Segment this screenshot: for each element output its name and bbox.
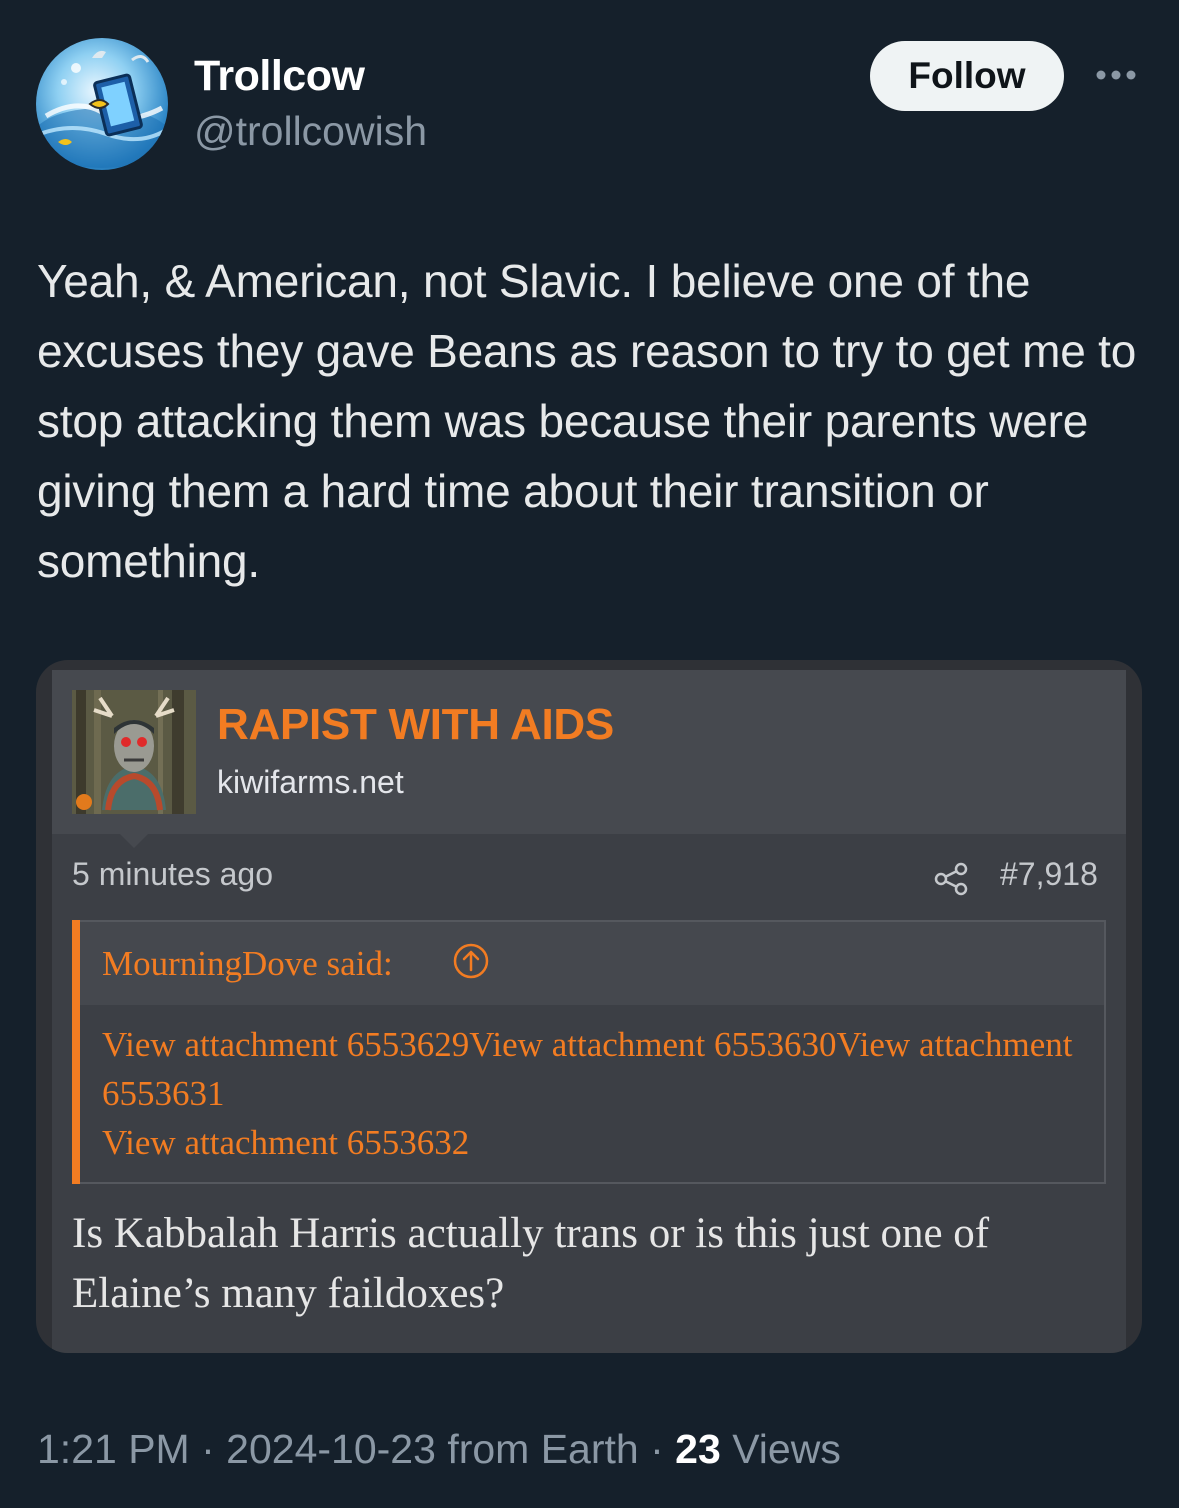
forum-site: kiwifarms.net: [217, 764, 404, 800]
forum-message: Is Kabbalah Harris actually trans or is …: [72, 1210, 990, 1317]
tweet-source: from Earth: [447, 1426, 639, 1472]
quote-body: View attachment 6553629View attachment 6…: [102, 1020, 1092, 1167]
views-count[interactable]: 23: [675, 1426, 721, 1472]
meta-separator: ·: [201, 1426, 215, 1472]
arrow-up-circle-icon: [453, 943, 489, 979]
post-timestamp: 5 minutes ago: [72, 856, 274, 892]
quote-author: MourningDove said:: [102, 944, 393, 983]
display-name[interactable]: Trollcow: [194, 52, 365, 101]
more-icon[interactable]: [1094, 60, 1138, 90]
post-number: #7,918: [1000, 856, 1098, 892]
views-label: Views: [732, 1426, 841, 1472]
tweet-meta: 1:21 PM · 2024-10-23 from Earth · 23 Vie…: [37, 1426, 841, 1473]
quote-block: MourningDove said: View attachment 65536…: [72, 920, 1106, 1184]
attached-image[interactable]: RAPIST WITH AIDS kiwifarms.net 5 minutes…: [36, 660, 1142, 1353]
attachment-link: View attachment 6553632: [102, 1123, 470, 1162]
quote-accent-bar: [72, 920, 80, 1184]
forum-post-header: RAPIST WITH AIDS kiwifarms.net: [52, 670, 1126, 848]
tweet-date[interactable]: 2024-10-23: [226, 1426, 436, 1472]
share-icon: [934, 862, 968, 896]
tweet-text: Yeah, & American, not Slavic. I believe …: [37, 255, 1137, 587]
quote-header: MourningDove said:: [80, 922, 1104, 1005]
avatar[interactable]: [36, 38, 168, 170]
meta-separator: ·: [650, 1426, 664, 1472]
attachment-link: View attachment 6553630: [469, 1025, 837, 1064]
user-handle[interactable]: @trollcowish: [194, 108, 427, 155]
forum-avatar: [72, 690, 196, 814]
forum-username: RAPIST WITH AIDS: [217, 700, 614, 749]
tweet-time[interactable]: 1:21 PM: [37, 1426, 190, 1472]
attachment-link: View attachment 6553629: [102, 1025, 470, 1064]
forum-post-screenshot: RAPIST WITH AIDS kiwifarms.net 5 minutes…: [52, 670, 1126, 1353]
follow-button[interactable]: Follow: [870, 41, 1064, 111]
